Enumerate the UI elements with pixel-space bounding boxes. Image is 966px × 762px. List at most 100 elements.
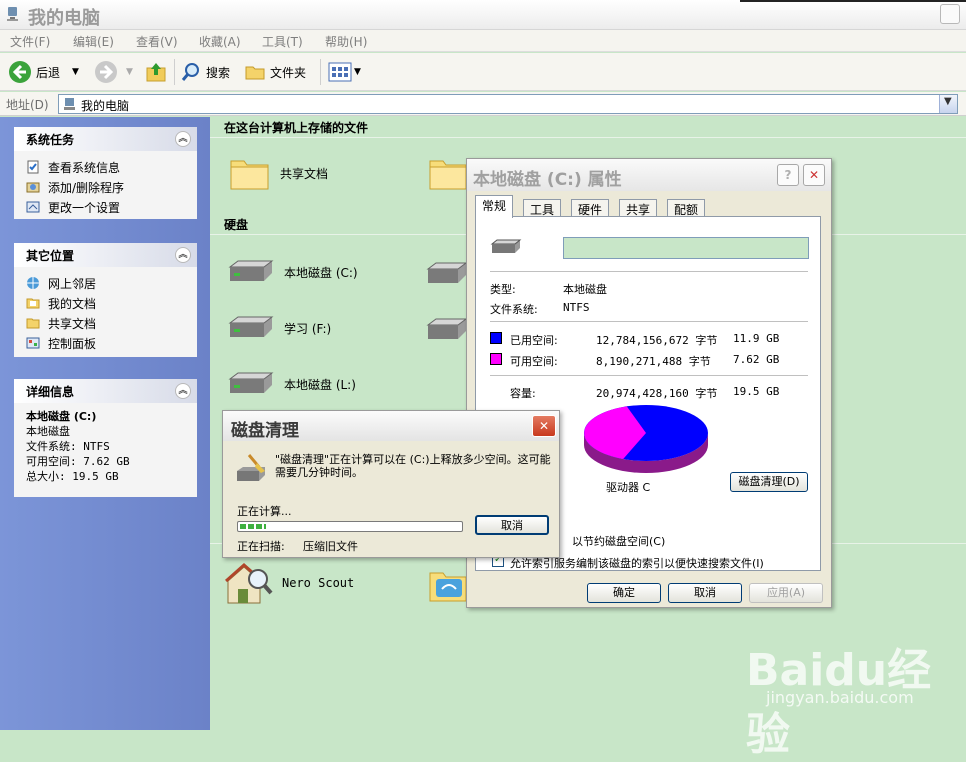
section-divider	[210, 137, 966, 138]
disk-item-c[interactable]: 本地磁盘 (C:)	[226, 257, 358, 287]
place-label: 网上邻居	[48, 276, 97, 291]
nero-scout-item[interactable]: Nero Scout	[224, 559, 354, 607]
free-space-gb: 7.62 GB	[733, 353, 780, 366]
shared-documents-item[interactable]: 共享文档	[228, 153, 328, 193]
capacity-gb: 19.5 GB	[733, 385, 780, 398]
place-control-panel[interactable]: 控制面板	[14, 333, 197, 353]
cleanup-message: "磁盘清理"正在计算可以在 (C:)上释放多少空间。这可能需要几分钟时间。	[275, 453, 551, 479]
system-tasks-panel: 系统任务 ︽ 查看系统信息 添加/删除程序 更改一个设置	[14, 127, 197, 219]
hard-drive-icon[interactable]	[424, 259, 468, 289]
hard-disks-header: 硬盘	[224, 218, 249, 232]
maximize-button[interactable]	[940, 4, 960, 24]
hard-drive-icon	[228, 260, 274, 281]
search-button[interactable]: 搜索	[180, 59, 230, 85]
capacity-bytes: 20,974,428,160 字节	[596, 387, 718, 400]
item-label: 共享文档	[280, 166, 329, 181]
tab-tools[interactable]: 工具	[523, 199, 562, 217]
item-label: Nero Scout	[282, 576, 355, 590]
apply-button[interactable]: 应用(A)	[749, 583, 823, 603]
close-button[interactable]: ✕	[803, 164, 825, 186]
my-documents-icon	[26, 298, 40, 309]
details-total-size: 总大小: 19.5 GB	[26, 470, 119, 483]
task-change-setting[interactable]: 更改一个设置	[14, 197, 197, 217]
menu-file[interactable]: 文件(F)	[10, 33, 50, 50]
system-tasks-title: 系统任务	[26, 133, 75, 147]
tab-hardware[interactable]: 硬件	[571, 199, 610, 217]
task-view-system-info[interactable]: 查看系统信息	[14, 157, 197, 177]
control-panel-icon	[26, 201, 40, 213]
collapse-icon[interactable]: ︽	[175, 247, 191, 263]
disk-cleanup-button[interactable]: 磁盘清理(D)	[730, 472, 808, 492]
search-icon	[181, 63, 199, 81]
address-field[interactable]: 我的电脑 ▼	[58, 94, 958, 114]
task-add-remove-programs[interactable]: 添加/删除程序	[14, 177, 197, 197]
scanning-label: 正在扫描:	[237, 540, 285, 553]
details-type: 本地磁盘	[26, 425, 70, 438]
item-label: 本地磁盘 (L:)	[284, 377, 356, 392]
place-label: 我的文档	[48, 296, 97, 311]
views-dropdown-icon[interactable]: ▼	[354, 67, 361, 77]
scanning-value: 压缩旧文件	[303, 540, 358, 553]
close-button[interactable]: ✕	[532, 415, 556, 437]
capacity-label: 容量:	[510, 387, 536, 400]
volume-label-input[interactable]	[563, 237, 809, 259]
back-dropdown-icon[interactable]: ▼	[72, 67, 79, 77]
menu-favorites[interactable]: 收藏(A)	[199, 33, 241, 50]
collapse-icon[interactable]: ︽	[175, 383, 191, 399]
folders-label: 文件夹	[270, 65, 307, 80]
details-panel: 详细信息 ︽ 本地磁盘 (C:) 本地磁盘 文件系统: NTFS 可用空间: 7…	[14, 379, 197, 497]
menu-edit[interactable]: 编辑(E)	[73, 33, 114, 50]
free-space-label: 可用空间:	[510, 355, 558, 368]
hard-drive-icon[interactable]	[424, 315, 468, 345]
baidu-watermark: Baidu经验 jingyan.baidu.com	[746, 620, 946, 760]
forward-button[interactable]: ▼	[94, 59, 133, 85]
place-network[interactable]: 网上邻居	[14, 273, 197, 293]
tab-sharing[interactable]: 共享	[619, 199, 658, 217]
used-space-bytes: 12,784,156,672 字节	[596, 334, 718, 347]
compress-option-label: 以节约磁盘空间(C)	[572, 535, 666, 548]
forward-arrow-icon	[95, 61, 117, 83]
menu-tools[interactable]: 工具(T)	[262, 33, 303, 50]
my-computer-icon	[7, 7, 18, 21]
views-button[interactable]: ▼	[328, 59, 361, 85]
cancel-button[interactable]: 取消	[668, 583, 742, 603]
place-my-documents[interactable]: 我的文档	[14, 293, 197, 313]
collapse-icon[interactable]: ︽	[175, 131, 191, 147]
shared-folder-icon[interactable]	[428, 565, 468, 605]
used-space-gb: 11.9 GB	[733, 332, 780, 345]
ok-button[interactable]: 确定	[587, 583, 661, 603]
details-free-space: 可用空间: 7.62 GB	[26, 455, 130, 468]
address-bar: 地址(D) 我的电脑 ▼	[0, 92, 966, 116]
back-button[interactable]: 后退 ▼	[8, 59, 79, 85]
tab-quota[interactable]: 配额	[667, 199, 706, 217]
system-tasks-header[interactable]: 系统任务 ︽	[14, 127, 197, 151]
back-arrow-icon	[9, 61, 31, 83]
disk-item-l[interactable]: 本地磁盘 (L:)	[226, 369, 356, 399]
menu-view[interactable]: 查看(V)	[136, 33, 178, 50]
other-places-header[interactable]: 其它位置 ︽	[14, 243, 197, 267]
views-grid-icon	[328, 62, 352, 82]
forward-dropdown-icon[interactable]: ▼	[126, 67, 133, 77]
divider	[490, 321, 808, 322]
other-places-title: 其它位置	[26, 249, 75, 263]
address-dropdown-button[interactable]: ▼	[939, 95, 957, 113]
menu-help[interactable]: 帮助(H)	[325, 33, 367, 50]
add-remove-programs-icon	[26, 182, 40, 193]
place-shared-documents[interactable]: 共享文档	[14, 313, 197, 333]
folder-icon[interactable]	[428, 153, 468, 193]
details-header[interactable]: 详细信息 ︽	[14, 379, 197, 403]
disk-item-f[interactable]: 学习 (F:)	[226, 313, 331, 343]
cleanup-cancel-button[interactable]: 取消	[475, 515, 549, 535]
tab-general[interactable]: 常规	[475, 195, 514, 218]
help-button[interactable]: ?	[777, 164, 799, 186]
hard-drive-icon	[228, 372, 274, 393]
system-info-icon	[27, 160, 39, 174]
free-space-swatch	[490, 353, 502, 365]
progress-fill	[240, 524, 266, 529]
details-title: 详细信息	[26, 385, 75, 399]
up-folder-button[interactable]	[144, 59, 168, 85]
folders-button[interactable]: 文件夹	[244, 59, 306, 85]
window-titlebar: 我的电脑	[0, 0, 966, 30]
divider	[490, 375, 808, 376]
search-label: 搜索	[206, 65, 231, 80]
